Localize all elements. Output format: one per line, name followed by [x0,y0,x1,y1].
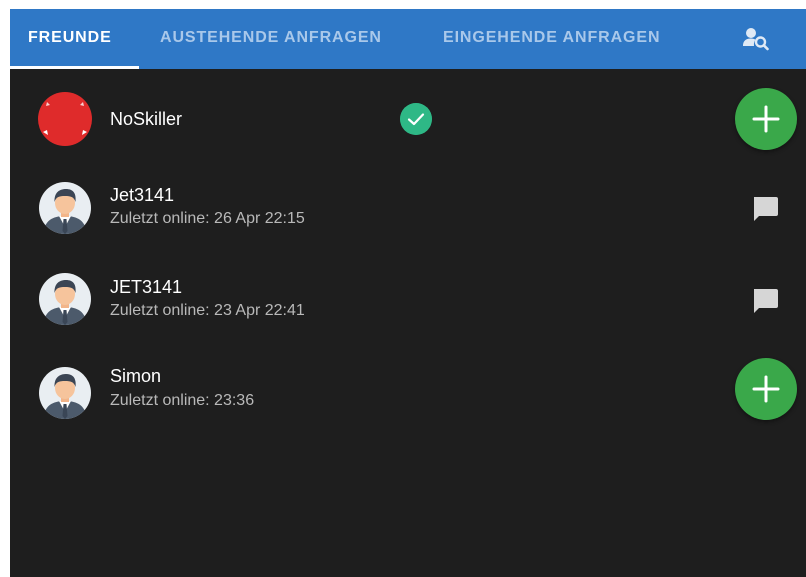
person-search-icon[interactable] [743,27,769,51]
red-avatar [38,92,92,146]
add-friend-button[interactable] [735,88,797,150]
active-tab-indicator [10,66,139,69]
plus-icon [752,105,780,133]
verified-check-icon [400,103,432,135]
chat-icon[interactable] [750,193,780,223]
tab-incoming-requests[interactable]: EINGEHENDE ANFRAGEN [443,9,660,69]
chat-icon[interactable] [750,285,780,315]
friend-name: JET3141 [110,277,183,297]
plus-icon [752,375,780,403]
tab-bar: FREUNDE AUSTEHENDE ANFRAGEN EINGEHENDE A… [10,9,806,69]
friend-name: Simon [110,366,162,386]
friend-row[interactable]: JET3141 Zuletzt online: 23 Apr 22:41 [10,266,806,346]
default-user-avatar [38,366,92,420]
friend-row[interactable]: Jet3141 Zuletzt online: 26 Apr 22:15 [10,174,806,254]
last-online-status: Zuletzt online: 23:36 [110,392,255,409]
last-online-status: Zuletzt online: 23 Apr 22:41 [110,302,305,319]
last-online-status: Zuletzt online: 26 Apr 22:15 [110,210,305,227]
tab-pending-requests[interactable]: AUSTEHENDE ANFRAGEN [160,9,382,69]
add-friend-button[interactable] [735,358,797,420]
friend-name: Jet3141 [110,185,175,205]
tab-friends[interactable]: FREUNDE [28,9,112,69]
friend-row[interactable]: NoSkiller [10,79,806,159]
friends-window: FREUNDE AUSTEHENDE ANFRAGEN EINGEHENDE A… [10,9,806,577]
friend-row[interactable]: Simon Zuletzt online: 23:36 [10,358,806,440]
default-user-avatar [38,181,92,235]
friend-name: NoSkiller [110,109,183,129]
default-user-avatar [38,272,92,326]
